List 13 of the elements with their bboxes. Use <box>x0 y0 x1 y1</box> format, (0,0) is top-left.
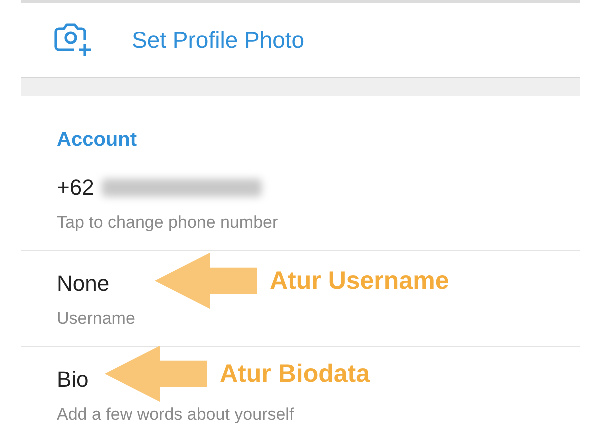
section-header: Account <box>57 129 137 151</box>
camera-add-icon[interactable] <box>54 23 92 57</box>
row-value: Bio <box>57 367 89 393</box>
arrow-icon <box>155 253 257 309</box>
row-value: None <box>57 271 110 297</box>
arrow-icon <box>105 346 207 402</box>
row-value: +62 <box>57 175 94 201</box>
annotation-label: Atur Biodata <box>220 360 370 388</box>
annotation-label: Atur Username <box>270 266 450 296</box>
row-subtitle: Username <box>57 308 136 330</box>
row-subtitle: Add a few words about yourself <box>57 404 296 426</box>
set-profile-photo-link[interactable]: Set Profile Photo <box>132 26 305 54</box>
row-subtitle: Tap to change phone number <box>57 212 280 234</box>
